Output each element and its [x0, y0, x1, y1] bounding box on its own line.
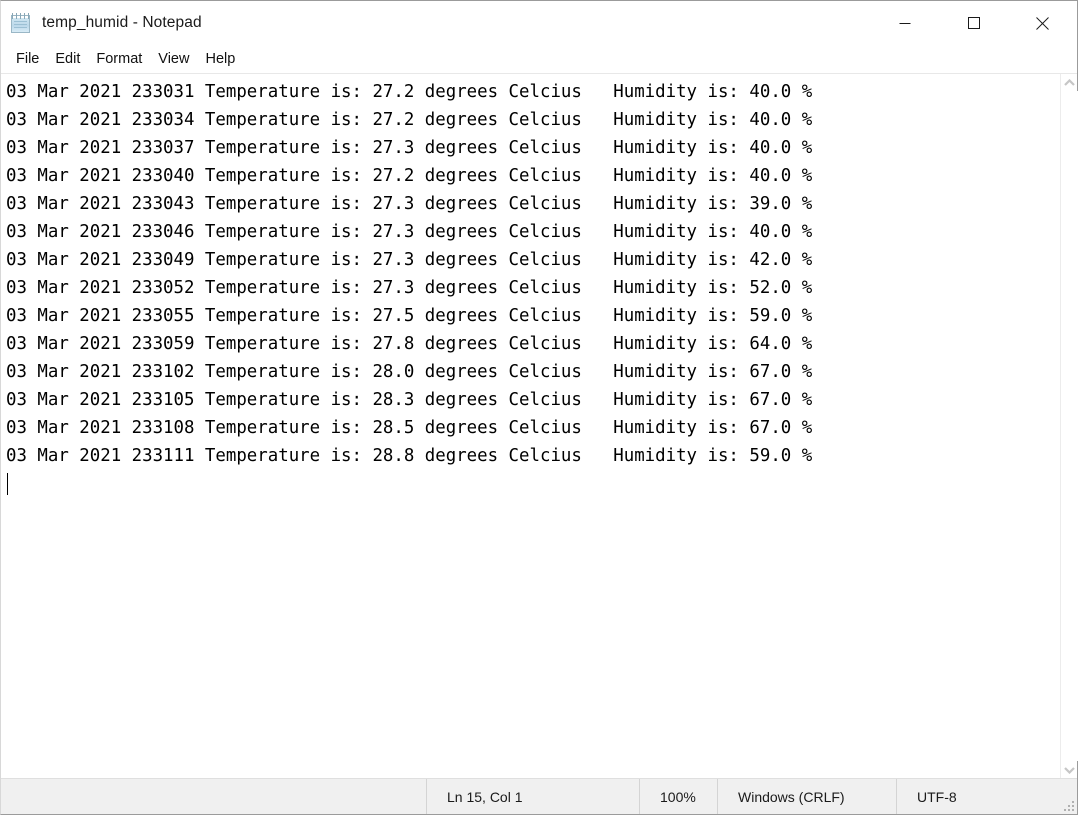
text-line: 03 Mar 2021 233040 Temperature is: 27.2 … [6, 166, 813, 186]
text-line: 03 Mar 2021 233111 Temperature is: 28.8 … [6, 446, 813, 466]
text-line: 03 Mar 2021 233059 Temperature is: 27.8 … [6, 334, 813, 354]
close-button[interactable] [1008, 1, 1077, 45]
scroll-down-icon [1063, 766, 1075, 774]
menu-item-file[interactable]: File [8, 48, 47, 71]
text-line: 03 Mar 2021 233049 Temperature is: 27.3 … [6, 250, 813, 270]
text-line: 03 Mar 2021 233031 Temperature is: 27.2 … [6, 82, 813, 102]
text-line: 03 Mar 2021 233055 Temperature is: 27.5 … [6, 306, 813, 326]
scroll-up-icon [1063, 78, 1075, 86]
text-line: 03 Mar 2021 233037 Temperature is: 27.3 … [6, 138, 813, 158]
status-zoom-level[interactable]: 100% [639, 779, 717, 814]
status-cursor-position: Ln 15, Col 1 [426, 779, 639, 814]
title-bar-left: temp_humid - Notepad [1, 12, 870, 34]
scroll-up-button[interactable] [1061, 74, 1078, 91]
maximize-icon [967, 17, 980, 29]
text-editor[interactable]: 03 Mar 2021 233031 Temperature is: 27.2 … [1, 74, 1060, 778]
text-line: 03 Mar 2021 233043 Temperature is: 27.3 … [6, 194, 813, 214]
text-line: 03 Mar 2021 233046 Temperature is: 27.3 … [6, 222, 813, 242]
menu-item-help[interactable]: Help [197, 48, 243, 71]
scroll-down-button[interactable] [1061, 761, 1078, 778]
resize-grip[interactable] [1064, 801, 1074, 811]
status-bar: Ln 15, Col 1 100% Windows (CRLF) UTF-8 [1, 778, 1077, 814]
text-caret [7, 473, 8, 495]
text-line: 03 Mar 2021 233102 Temperature is: 28.0 … [6, 362, 813, 382]
text-line: 03 Mar 2021 233052 Temperature is: 27.3 … [6, 278, 813, 298]
minimize-icon [899, 23, 910, 24]
vertical-scrollbar[interactable] [1060, 74, 1078, 778]
title-bar[interactable]: temp_humid - Notepad [1, 1, 1077, 45]
notepad-window: temp_humid - Notepad File Edit Format Vi… [0, 0, 1078, 815]
scrollbar-track[interactable] [1060, 91, 1078, 761]
menu-item-edit[interactable]: Edit [47, 48, 88, 71]
text-line: 03 Mar 2021 233034 Temperature is: 27.2 … [6, 110, 813, 130]
status-line-ending[interactable]: Windows (CRLF) [717, 779, 896, 814]
text-line: 03 Mar 2021 233108 Temperature is: 28.5 … [6, 418, 813, 438]
text-line: 03 Mar 2021 233105 Temperature is: 28.3 … [6, 390, 813, 410]
menu-bar: File Edit Format View Help [1, 45, 1077, 74]
menu-item-view[interactable]: View [150, 48, 197, 71]
menu-item-format[interactable]: Format [88, 48, 150, 71]
maximize-button[interactable] [939, 1, 1008, 45]
editor-area: 03 Mar 2021 233031 Temperature is: 27.2 … [1, 74, 1078, 778]
status-bar-spacer [1, 779, 426, 814]
window-controls [870, 1, 1077, 45]
minimize-button[interactable] [870, 1, 939, 45]
window-title: temp_humid - Notepad [42, 14, 202, 31]
status-encoding[interactable]: UTF-8 [896, 779, 1077, 814]
close-icon [1036, 16, 1049, 30]
notepad-icon [10, 12, 32, 34]
